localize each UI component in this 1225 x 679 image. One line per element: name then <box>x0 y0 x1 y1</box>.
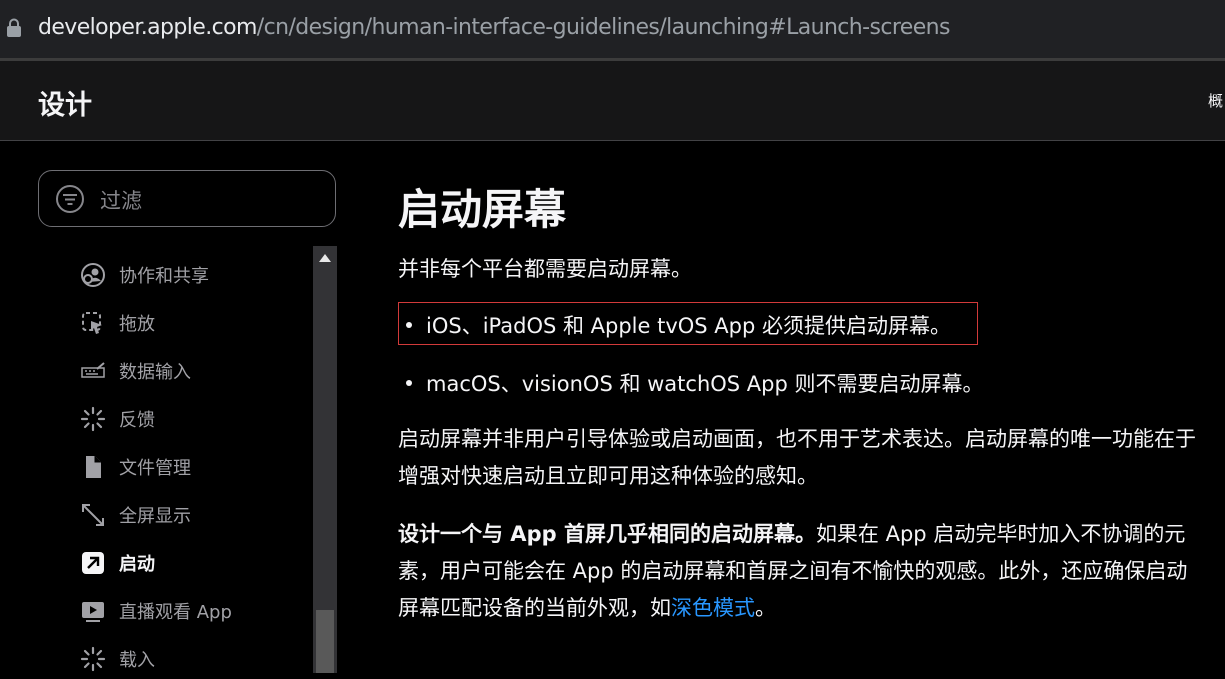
list-item: iOS、iPadOS 和 Apple tvOS App 必须提供启动屏幕。 <box>406 310 951 340</box>
body-paragraph: 设计一个与 App 首屏几乎相同的启动屏幕。如果在 App 启动完毕时加入不协调… <box>398 516 1208 627</box>
sidebar-scrollbar[interactable] <box>313 246 337 673</box>
sidebar-item-loading[interactable]: 载入 <box>78 639 308 679</box>
filter-icon <box>56 185 84 213</box>
document-icon <box>78 452 108 482</box>
sidebar-item-feedback[interactable]: 反馈 <box>78 399 308 439</box>
sidebar-item-label: 载入 <box>119 650 155 671</box>
intro-paragraph: 并非每个平台都需要启动屏幕。 <box>398 257 692 281</box>
sidebar-item-collaboration[interactable]: 协作和共享 <box>78 255 308 295</box>
launch-arrow-icon <box>78 548 108 578</box>
page-title: 启动屏幕 <box>398 185 567 234</box>
sidebar-item-label: 启动 <box>119 554 155 575</box>
list-item-text: macOS、visionOS 和 watchOS App 则不需要启动屏幕。 <box>426 372 984 396</box>
sidebar-item-live-viewing[interactable]: 直播观看 App <box>78 591 308 631</box>
nav-link-overview[interactable]: 概 <box>1208 90 1223 111</box>
sidebar-item-label: 拖放 <box>119 314 155 335</box>
paragraph-end: 。 <box>755 596 776 620</box>
site-section-title[interactable]: 设计 <box>38 83 92 122</box>
sidebar-item-fullscreen[interactable]: 全屏显示 <box>78 495 308 535</box>
lock-icon <box>7 18 21 37</box>
url-host: developer.apple.com <box>38 15 257 40</box>
sidebar-item-drag-drop[interactable]: 拖放 <box>78 303 308 343</box>
filter-placeholder: 过滤 <box>100 189 142 213</box>
dark-mode-link[interactable]: 深色模式 <box>671 596 755 620</box>
fullscreen-arrows-icon <box>78 500 108 530</box>
sidebar-item-file-management[interactable]: 文件管理 <box>78 447 308 487</box>
sidebar-item-label: 数据输入 <box>119 362 191 383</box>
list-item-text: iOS、iPadOS 和 Apple tvOS App 必须提供启动屏幕。 <box>426 314 952 338</box>
sidebar-item-label: 文件管理 <box>119 458 191 479</box>
sidebar-item-launching[interactable]: 启动 <box>78 543 308 583</box>
site-header: 设计 概 <box>0 61 1225 141</box>
bullet-dot <box>406 322 412 328</box>
sidebar-filter-input[interactable]: 过滤 <box>38 170 336 227</box>
spinner-icon <box>78 404 108 434</box>
sidebar-item-label: 协作和共享 <box>119 266 209 287</box>
keyboard-icon <box>78 356 108 386</box>
url-path: /cn/design/human-interface-guidelines/la… <box>256 15 951 40</box>
sidebar-item-label: 直播观看 App <box>119 602 232 623</box>
drag-drop-icon <box>78 308 108 338</box>
browser-address-bar[interactable]: developer.apple.com/cn/design/human-inte… <box>0 0 1225 58</box>
sidebar-item-label: 反馈 <box>119 410 155 431</box>
collaboration-icon <box>78 260 108 290</box>
loading-spinner-icon <box>78 644 108 674</box>
scroll-up-arrow-icon[interactable] <box>319 254 331 262</box>
sidebar-item-label: 全屏显示 <box>119 506 191 527</box>
sidebar-item-data-entry[interactable]: 数据输入 <box>78 351 308 391</box>
url-text[interactable]: developer.apple.com/cn/design/human-inte… <box>38 13 950 43</box>
list-item: macOS、visionOS 和 watchOS App 则不需要启动屏幕。 <box>406 368 984 398</box>
body-paragraph: 启动屏幕并非用户引导体验或启动画面，也不用于艺术表达。启动屏幕的唯一功能在于增强… <box>398 427 1196 488</box>
scrollbar-thumb[interactable] <box>316 610 334 673</box>
play-icon <box>78 596 108 626</box>
bullet-dot <box>406 380 412 386</box>
paragraph-lead: 设计一个与 App 首屏几乎相同的启动屏幕。 <box>398 522 816 546</box>
